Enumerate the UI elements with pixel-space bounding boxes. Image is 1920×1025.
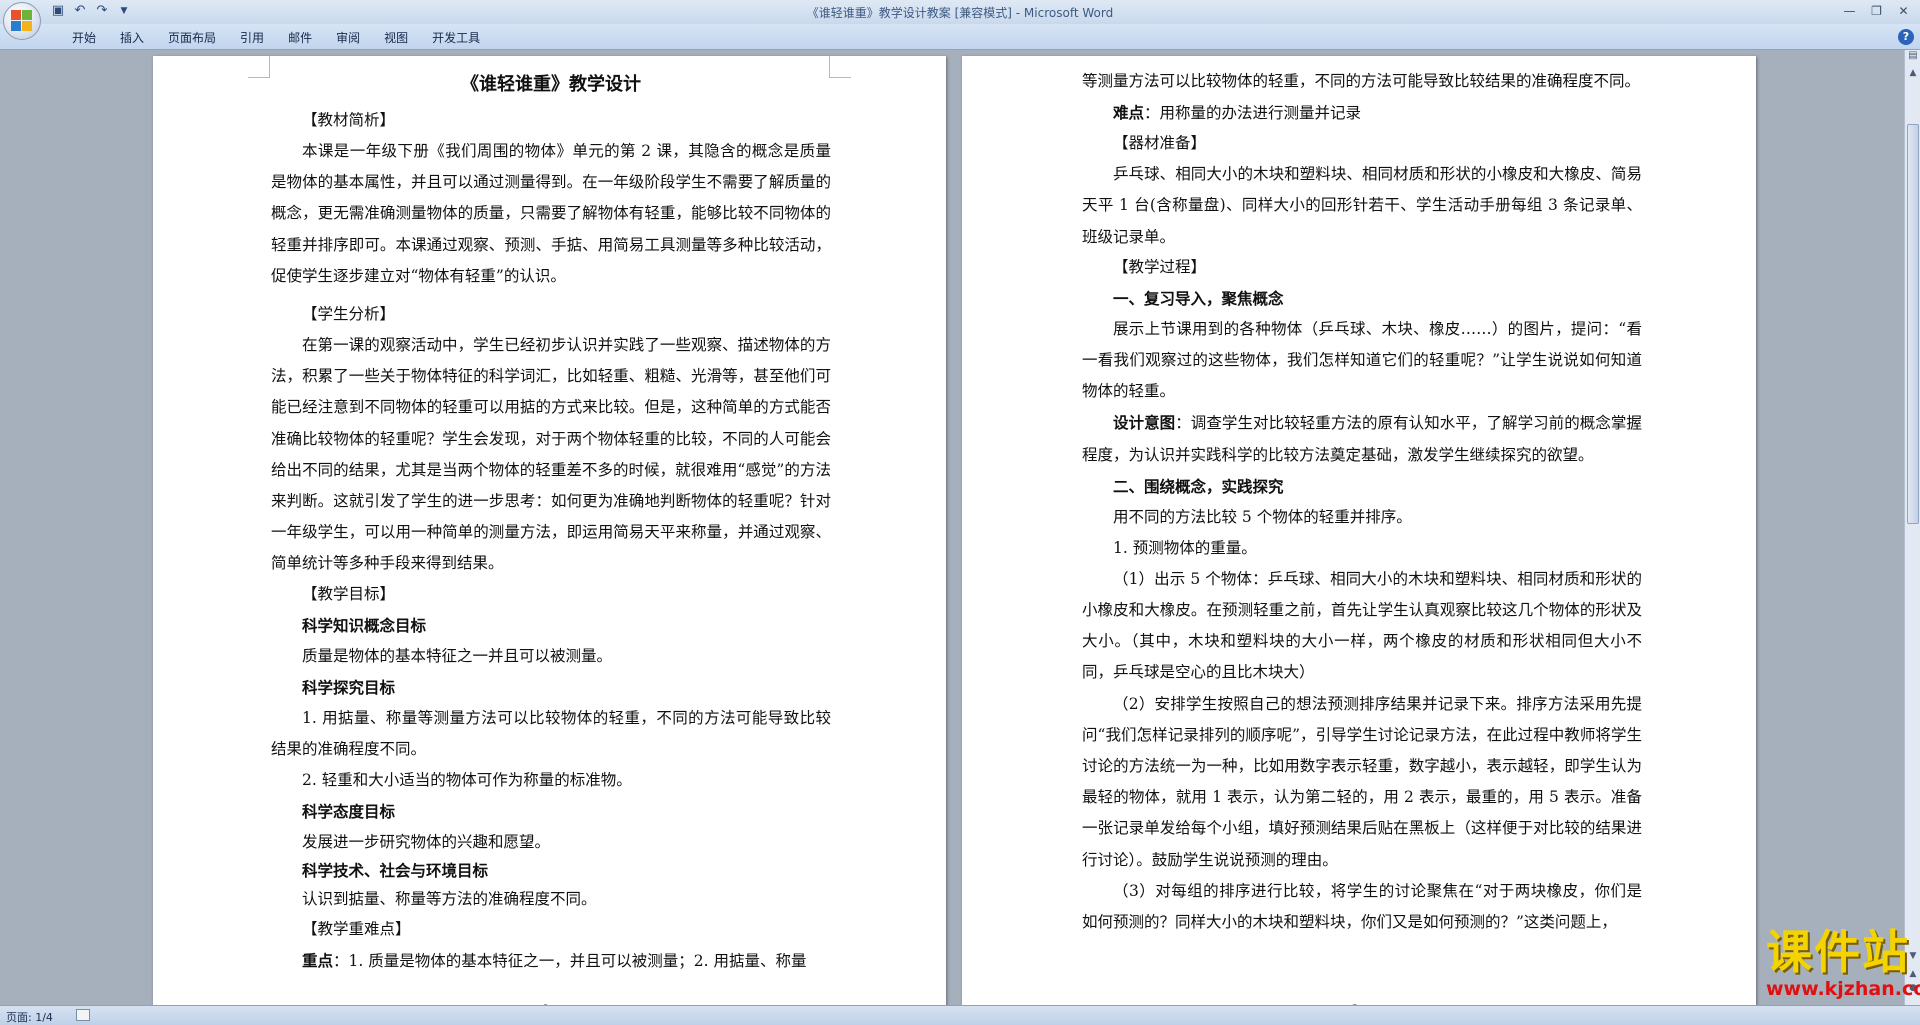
section-2-paragraph-1: （1）出示 5 个物体：乒乓球、相同大小的木块和塑料块、相同材质和形状的小橡皮和…: [1082, 569, 1642, 682]
tab-view[interactable]: 视图: [372, 29, 420, 47]
office-logo-icon: [11, 10, 33, 32]
heading-students: 【学生分析】: [302, 305, 396, 324]
tab-review[interactable]: 审阅: [324, 29, 372, 47]
scroll-thumb[interactable]: [1907, 124, 1919, 524]
goal-inquiry-item-2: 2. 轻重和大小适当的物体可作为称量的标准物。: [302, 771, 632, 790]
paragraph-material: 本课是一年级下册《我们周围的物体》单元的第 2 课，其隐含的概念是质量是物体的基…: [271, 142, 831, 285]
key-points-text: ：1. 质量是物体的基本特征之一，并且可以被测量；2. 用掂量、称量: [333, 952, 807, 971]
heading-material: 【教材简析】: [302, 111, 396, 129]
office-button[interactable]: [3, 2, 41, 40]
heading-key-points: 【教学重难点】: [302, 920, 411, 939]
document-title: 《谁轻谁重》教学设计: [461, 74, 641, 95]
paragraph-continued: 等测量方法可以比较物体的轻重，不同的方法可能导致比较结果的准确程度不同。: [1082, 72, 1641, 90]
key-points-line: 重点：1. 质量是物体的基本特征之一，并且可以被测量；2. 用掂量、称量: [302, 945, 831, 977]
section-2-line: 用不同的方法比较 5 个物体的轻重并排序。: [1113, 507, 1412, 526]
watermark-url: www.kjzhan.com: [1766, 978, 1920, 1000]
heading-goals: 【教学目标】: [302, 584, 396, 603]
goal-attitude-title: 科学态度目标: [302, 802, 396, 822]
section-1-text: 展示上节课用到的各种物体（乒乓球、木块、橡皮……）的图片，提问：“看一看我们观察…: [1082, 319, 1642, 401]
design-intent-label: 设计意图: [1113, 413, 1176, 433]
document-page-1[interactable]: 《谁轻谁重》教学设计 【教材简析】 本课是一年级下册《我们周围的物体》单元的第 …: [153, 56, 946, 1005]
goal-knowledge-title: 科学知识概念目标: [302, 615, 427, 635]
vertical-scrollbar[interactable]: ▤ ▲ ▼ ▲ ●: [1904, 50, 1920, 1005]
help-icon[interactable]: ?: [1898, 29, 1914, 45]
section-1-title: 一、复习导入，聚焦概念: [1113, 288, 1284, 308]
goal-knowledge-text: 质量是物体的基本特征之一并且可以被测量。: [302, 646, 613, 665]
section-2-title: 二、围绕概念，实践探究: [1113, 476, 1284, 496]
tab-page-layout[interactable]: 页面布局: [156, 29, 228, 47]
tab-mailings[interactable]: 邮件: [276, 29, 324, 47]
close-icon[interactable]: ✕: [1891, 2, 1916, 20]
section-2-subitem: 1. 预测物体的重量。: [1113, 538, 1257, 557]
heading-equipment: 【器材准备】: [1113, 134, 1207, 153]
section-2-paragraph-2: （2）安排学生按照自己的想法预测排序结果并记录下来。排序方法采用先提问“我们怎样…: [1082, 694, 1642, 869]
minimize-icon[interactable]: —: [1837, 2, 1862, 20]
tab-developer[interactable]: 开发工具: [420, 29, 492, 47]
window-controls: — ❐ ✕: [1837, 2, 1916, 20]
kjzhan-watermark-logo: 课件站 www.kjzhan.com: [1766, 925, 1920, 1004]
margin-mark: [248, 56, 270, 78]
heading-process: 【教学过程】: [1113, 257, 1207, 276]
goal-sts-title: 科学技术、社会与环境目标: [302, 861, 489, 881]
design-intent-paragraph: 设计意图：调查学生对比较轻重方法的原有认知水平，了解学习前的概念掌握程度，为认识…: [1082, 407, 1642, 470]
goal-sts-text: 认识到掂量、称量等方法的准确程度不同。: [302, 890, 597, 909]
scroll-up-arrow-icon[interactable]: ▲: [1905, 66, 1920, 80]
ribbon-tabs: 开始 插入 页面布局 引用 邮件 审阅 视图 开发工具: [60, 29, 492, 47]
watermark-brand: 课件站: [1766, 925, 1910, 979]
view-ruler-icon[interactable]: ▤: [1905, 50, 1920, 64]
paragraph-students: 在第一课的观察活动中，学生已经初步认识并实践了一些观察、描述物体的方法，积累了一…: [271, 336, 831, 573]
section-2-paragraph-3: （3）对每组的排序进行比较，将学生的讨论聚焦在“对于两块橡皮，你们是如何预测的？…: [1082, 881, 1642, 932]
ribbon: 开始 插入 页面布局 引用 邮件 审阅 视图 开发工具 ?: [0, 24, 1920, 50]
tab-references[interactable]: 引用: [228, 29, 276, 47]
title-bar: ▣ ↶ ↷ ▼ 《谁轻谁重》教学设计教案 [兼容模式] - Microsoft …: [0, 0, 1920, 40]
document-workspace[interactable]: 《谁轻谁重》教学设计 【教材简析】 本课是一年级下册《我们周围的物体》单元的第 …: [0, 50, 1904, 1005]
page-2-content: 等测量方法可以比较物体的轻重，不同的方法可能导致比较结果的准确程度不同。 难点：…: [1082, 66, 1642, 938]
restore-icon[interactable]: ❐: [1864, 2, 1889, 20]
page-count-status[interactable]: 页面: 1/4: [6, 1009, 53, 1025]
margin-mark: [829, 56, 851, 78]
difficulty-label: 难点: [1113, 103, 1145, 123]
key-points-label: 重点: [302, 951, 334, 971]
window-title: 《谁轻谁重》教学设计教案 [兼容模式] - Microsoft Word: [806, 6, 1114, 20]
document-page-2[interactable]: 等测量方法可以比较物体的轻重，不同的方法可能导致比较结果的准确程度不同。 难点：…: [962, 56, 1756, 1005]
difficulty-line: 难点：用称量的办法进行测量并记录: [1113, 97, 1642, 129]
page-1-content: 《谁轻谁重》教学设计 【教材简析】 本课是一年级下册《我们周围的物体》单元的第 …: [271, 70, 831, 977]
proofing-status-icon[interactable]: [76, 1009, 90, 1021]
goal-inquiry-item-1: 1. 用掂量、称量等测量方法可以比较物体的轻重，不同的方法可能导致比较结果的准确…: [271, 708, 831, 758]
difficulty-text: ：用称量的办法进行测量并记录: [1144, 104, 1362, 123]
status-bar: 页面: 1/4: [0, 1005, 1920, 1025]
goal-inquiry-title: 科学探究目标: [302, 677, 396, 697]
tab-insert[interactable]: 插入: [108, 29, 156, 47]
tab-home[interactable]: 开始: [60, 29, 108, 47]
paragraph-equipment: 乒乓球、相同大小的木块和塑料块、相同材质和形状的小橡皮和大橡皮、简易天平 1 台…: [1082, 165, 1642, 246]
goal-attitude-text: 发展进一步研究物体的兴趣和愿望。: [302, 833, 551, 852]
